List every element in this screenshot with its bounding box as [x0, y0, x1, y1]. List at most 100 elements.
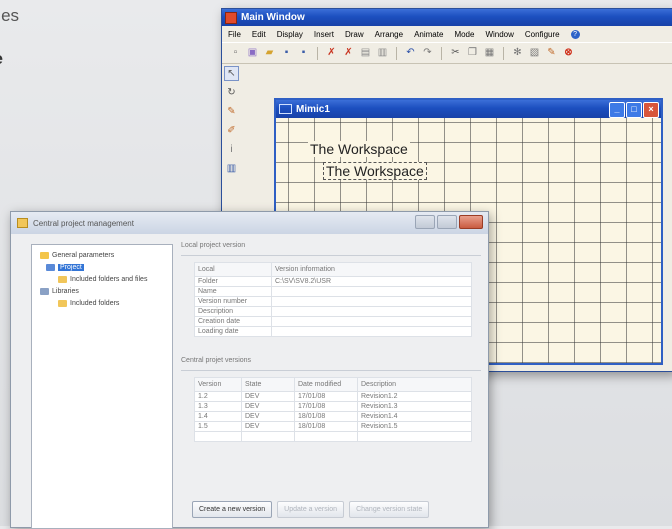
table-row[interactable]: Folder C:\SV\SV8.2\USR [194, 276, 472, 287]
toolbar-separator [441, 46, 442, 60]
cut-red-icon[interactable]: ✗ [326, 47, 337, 59]
find-icon[interactable]: ✻ [512, 47, 523, 59]
table-cell: 17/01/08 [294, 401, 358, 412]
table-row [194, 431, 472, 442]
close-button[interactable] [459, 215, 483, 229]
table-cell: Name [194, 286, 272, 297]
print-icon[interactable]: ▥ [377, 47, 388, 59]
workspace-text-2-selected[interactable]: The Workspace [323, 162, 427, 180]
column-header[interactable]: Local [194, 262, 272, 277]
table-header-row: Version State Date modified Description [194, 377, 472, 392]
table-row[interactable]: 1.2 DEV 17/01/08 Revision1.2 [194, 391, 472, 402]
help-icon[interactable]: ? [570, 29, 580, 39]
central-versions-table: Version State Date modified Description … [194, 377, 472, 442]
cpm-folder-icon [17, 218, 28, 228]
open-icon[interactable]: ▰ [264, 47, 275, 59]
menu-insert[interactable]: Insert [314, 30, 334, 39]
table-cell: 17/01/08 [294, 391, 358, 402]
table-cell: DEV [241, 401, 295, 412]
redo-icon[interactable]: ↷ [422, 47, 433, 59]
info-tool-icon[interactable]: i [224, 142, 239, 157]
mimic-titlebar[interactable]: Mimic1 [276, 100, 661, 118]
delete-icon[interactable]: ⊗ [563, 47, 574, 59]
new-icon[interactable]: ▫ [230, 47, 241, 59]
tree-item-included-folders-files[interactable]: Included folders and files [32, 273, 172, 285]
table-cell [271, 306, 472, 317]
menu-animate[interactable]: Animate [414, 30, 443, 39]
save-icon[interactable]: ▪ [281, 47, 292, 59]
table-cell: Creation date [194, 316, 272, 327]
menu-edit[interactable]: Edit [252, 30, 266, 39]
maximize-button[interactable]: □ [626, 102, 642, 118]
maximize-button[interactable] [437, 215, 457, 229]
table-row[interactable]: Name [194, 286, 472, 297]
toolbar-separator [396, 46, 397, 60]
mimic-title: Mimic1 [296, 103, 330, 115]
menu-configure[interactable]: Configure [525, 30, 560, 39]
table-cell [271, 326, 472, 337]
menu-mode[interactable]: Mode [454, 30, 474, 39]
tree-item-general-parameters[interactable]: General parameters [32, 249, 172, 261]
table-row[interactable]: Description [194, 306, 472, 317]
menu-arrange[interactable]: Arrange [375, 30, 403, 39]
menu-draw[interactable]: Draw [345, 30, 364, 39]
table-row[interactable]: 1.5 DEV 18/01/08 Revision1.5 [194, 421, 472, 432]
close-button[interactable]: × [643, 102, 659, 118]
palette-icon[interactable]: ▣ [247, 47, 258, 59]
menu-file[interactable]: File [228, 30, 241, 39]
save-all-icon[interactable]: ▪ [298, 47, 309, 59]
print-preview-icon[interactable]: ▤ [360, 47, 371, 59]
background-text-modes: modes [0, 6, 20, 25]
table-cell: 18/01/08 [294, 421, 358, 432]
local-version-table: Local Version information Folder C:\SV\SV… [194, 262, 472, 337]
table-cell: Version number [194, 296, 272, 307]
table-row[interactable]: Creation date [194, 316, 472, 327]
rotate-tool-icon[interactable]: ↻ [224, 85, 239, 100]
local-group-title: Local project version [181, 242, 246, 249]
update-version-button[interactable]: Update a version [277, 501, 345, 518]
column-header[interactable]: Description [357, 377, 472, 392]
format-icon[interactable]: ▧ [529, 47, 540, 59]
paste-icon[interactable]: ▦ [484, 47, 495, 59]
table-row[interactable]: Version number [194, 296, 472, 307]
minimize-button[interactable] [415, 215, 435, 229]
central-project-dialog[interactable]: Central project management General param… [10, 211, 489, 529]
column-header[interactable]: Date modified [294, 377, 358, 392]
project-tree: General parameters Project Included fold… [31, 244, 173, 529]
table-cell: Loading date [194, 326, 272, 337]
menu-display[interactable]: Display [277, 30, 303, 39]
pen-tool-icon[interactable]: ✎ [224, 104, 239, 119]
minimize-button[interactable]: _ [609, 102, 625, 118]
table-cell: Revision1.4 [357, 411, 472, 422]
library-icon [40, 287, 49, 295]
undo-icon[interactable]: ↶ [405, 47, 416, 59]
cpm-window-buttons [415, 215, 483, 229]
gear-icon [40, 251, 49, 259]
table-row[interactable]: 1.4 DEV 18/01/08 Revision1.4 [194, 411, 472, 422]
column-header[interactable]: Version information [271, 262, 472, 277]
workspace-text-1[interactable]: The Workspace [308, 141, 410, 157]
panel-tool-icon[interactable]: ▥ [224, 161, 239, 176]
table-cell: C:\SV\SV8.2\USR [271, 276, 472, 287]
toolbar-separator [503, 46, 504, 60]
table-row[interactable]: Loading date [194, 326, 472, 337]
table-cell: 18/01/08 [294, 411, 358, 422]
table-row[interactable]: 1.3 DEV 17/01/08 Revision1.3 [194, 401, 472, 412]
column-header[interactable]: Version [194, 377, 242, 392]
main-window-titlebar[interactable]: Main Window [222, 9, 672, 26]
change-state-button[interactable]: Change version state [349, 501, 430, 518]
tree-item-libraries[interactable]: Libraries [32, 285, 172, 297]
tree-item-included-folders[interactable]: Included folders [32, 297, 172, 309]
tree-item-project[interactable]: Project [32, 261, 172, 273]
scissors-icon[interactable]: ✂ [450, 47, 461, 59]
create-version-button[interactable]: Create a new version [192, 501, 273, 518]
pencil-icon[interactable]: ✎ [546, 47, 557, 59]
cut-icon[interactable]: ✗ [343, 47, 354, 59]
column-header[interactable]: State [241, 377, 295, 392]
table-cell: 1.2 [194, 391, 242, 402]
copy-icon[interactable]: ❐ [467, 47, 478, 59]
brush-tool-icon[interactable]: ✐ [224, 123, 239, 138]
menu-window[interactable]: Window [485, 30, 513, 39]
table-cell: Revision1.3 [357, 401, 472, 412]
pointer-tool-icon[interactable]: ↖ [224, 66, 239, 81]
